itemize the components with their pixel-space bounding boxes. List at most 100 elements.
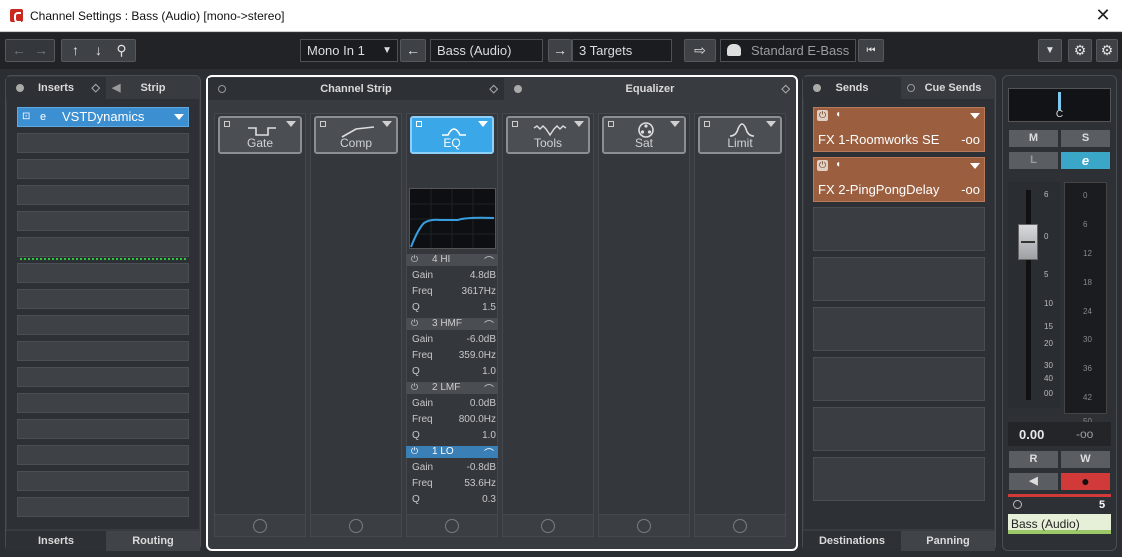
record-enable-button[interactable]: ● [1061, 473, 1110, 490]
chevron-down-icon[interactable] [670, 121, 680, 127]
tab-cue-sends[interactable]: Cue Sends [901, 77, 995, 99]
edit-icon[interactable]: e [40, 108, 46, 126]
filter-shape-icon[interactable]: ⌒ [484, 445, 494, 460]
play-icon[interactable] [733, 519, 747, 533]
channel-name-label[interactable]: Bass (Audio) [1008, 514, 1111, 534]
eq-band-header[interactable]: ⏻ 1 LO ⌒ [406, 445, 498, 460]
limit-module-button[interactable]: Limit [698, 116, 782, 154]
param-value[interactable]: 53.6Hz [464, 478, 496, 489]
pre-post-icon[interactable]: ◖ [835, 159, 841, 170]
preset-field[interactable]: Standard E-Bass [720, 39, 856, 62]
tab-destinations[interactable]: Destinations [803, 531, 901, 551]
insert-slot-empty[interactable] [17, 133, 189, 153]
param-value[interactable]: 1.5 [482, 302, 496, 313]
power-icon[interactable] [218, 85, 226, 93]
channel-power-icon[interactable] [1013, 500, 1022, 509]
solo-button[interactable]: S [1061, 130, 1110, 147]
arrow-left-icon[interactable]: ← [400, 39, 426, 62]
channel-name-field[interactable]: Bass (Audio) [430, 39, 543, 62]
insert-slot-empty[interactable] [17, 263, 189, 283]
settings-window-icon[interactable]: ⚙ [1068, 39, 1092, 62]
sat-module-button[interactable]: Sat [602, 116, 686, 154]
pre-post-icon[interactable]: ◖ [835, 109, 841, 120]
bypass-icon[interactable] [704, 121, 710, 127]
send-slot-2[interactable]: ⏻ ◖ FX 2-PingPongDelay -oo [813, 157, 985, 202]
pin-icon[interactable]: ◇ [782, 78, 790, 100]
power-icon[interactable] [907, 84, 915, 92]
send-slot-empty[interactable] [813, 257, 985, 301]
chevron-down-icon[interactable] [174, 114, 184, 120]
eq-param-gain[interactable]: Gain -6.0dB [412, 334, 496, 345]
peak-value[interactable]: -oo [1076, 427, 1093, 441]
param-value[interactable]: 359.0Hz [459, 350, 496, 361]
play-icon[interactable] [253, 519, 267, 533]
forward-arrow-icon[interactable]: → [30, 40, 52, 61]
edit-channel-button[interactable]: e [1061, 152, 1110, 169]
send-slot-empty[interactable] [813, 457, 985, 501]
route-output-icon[interactable]: ⇨ [684, 39, 716, 62]
mute-button[interactable]: M [1009, 130, 1058, 147]
tab-panning[interactable]: Panning [901, 531, 995, 551]
back-arrow-icon[interactable]: ← [8, 40, 30, 61]
param-value[interactable]: -6.0dB [467, 334, 496, 345]
close-icon[interactable]: ✕ [1092, 4, 1114, 26]
send-slot-empty[interactable] [813, 357, 985, 401]
eq-param-q[interactable]: Q 1.0 [412, 366, 496, 377]
power-icon[interactable]: ⏻ [817, 160, 828, 171]
insert-slot-empty[interactable] [17, 315, 189, 335]
eq-param-gain[interactable]: Gain -0.8dB [412, 462, 496, 473]
eq-param-freq[interactable]: Freq 800.0Hz [412, 414, 496, 425]
gear-icon[interactable]: ⚙ [1096, 39, 1118, 62]
eq-param-freq[interactable]: Freq 359.0Hz [412, 350, 496, 361]
play-icon[interactable] [637, 519, 651, 533]
listen-button[interactable]: L [1009, 152, 1058, 169]
insert-slot-empty[interactable] [17, 445, 189, 465]
filter-shape-icon[interactable]: ⌒ [484, 381, 494, 396]
insert-slot-empty[interactable] [17, 211, 189, 231]
eq-band-header[interactable]: ⏻ 2 LMF ⌒ [406, 381, 498, 396]
param-value[interactable]: 1.0 [482, 430, 496, 441]
bypass-icon[interactable] [320, 121, 326, 127]
param-value[interactable]: 4.8dB [470, 270, 496, 281]
chevron-down-icon[interactable] [766, 121, 776, 127]
eq-param-freq[interactable]: Freq 53.6Hz [412, 478, 496, 489]
insert-slot-empty[interactable] [17, 185, 189, 205]
up-arrow-icon[interactable]: ↑ [64, 40, 87, 61]
power-icon[interactable]: ⏻ [817, 110, 828, 121]
param-value[interactable]: 0.3 [482, 494, 496, 505]
eq-param-q[interactable]: Q 1.5 [412, 302, 496, 313]
tab-inserts[interactable]: Inserts ◇ [6, 77, 106, 99]
tab-equalizer[interactable]: Equalizer ◇ [504, 78, 796, 100]
power-icon[interactable]: ⏻ [411, 446, 418, 457]
send-slot-1[interactable]: ⏻ ◖ FX 1-Roomworks SE -oo [813, 107, 985, 152]
chevron-down-icon[interactable] [970, 163, 980, 169]
insert-slot-empty[interactable] [17, 159, 189, 179]
send-slot-empty[interactable] [813, 307, 985, 351]
monitor-speaker-icon[interactable]: ◀ [1009, 473, 1058, 490]
param-value[interactable]: 0.0dB [470, 398, 496, 409]
bypass-icon[interactable] [512, 121, 518, 127]
insert-slot-1[interactable]: ⊡ e VSTDynamics [17, 107, 189, 127]
power-icon[interactable] [514, 85, 522, 93]
eq-param-q[interactable]: Q 1.0 [412, 430, 496, 441]
volume-fader-handle[interactable] [1018, 224, 1038, 260]
eq-band-header[interactable]: ⏻ 4 HI ⌒ [406, 253, 498, 268]
bypass-icon[interactable] [608, 121, 614, 127]
targets-field[interactable]: 3 Targets [572, 39, 672, 62]
read-automation-button[interactable]: R [1009, 451, 1058, 468]
bypass-icon[interactable]: ⊡ [22, 108, 30, 126]
param-value[interactable]: 1.0 [482, 366, 496, 377]
search-icon[interactable]: ⚲ [110, 40, 133, 61]
down-arrow-icon[interactable]: ↓ [87, 40, 110, 61]
bypass-icon[interactable] [416, 121, 422, 127]
param-value[interactable]: 3617Hz [462, 286, 496, 297]
eq-band-header[interactable]: ⏻ 3 HMF ⌒ [406, 318, 498, 332]
play-icon[interactable] [445, 519, 459, 533]
filter-shape-icon[interactable]: ⌒ [484, 253, 494, 268]
menu-chevron-icon[interactable]: ▼ [1038, 39, 1062, 62]
insert-slot-empty[interactable] [17, 419, 189, 439]
pin-icon[interactable]: ◇ [92, 77, 100, 99]
write-automation-button[interactable]: W [1061, 451, 1110, 468]
insert-slot-empty[interactable] [17, 289, 189, 309]
tab-channel-strip[interactable]: Channel Strip ◇ [208, 78, 504, 100]
